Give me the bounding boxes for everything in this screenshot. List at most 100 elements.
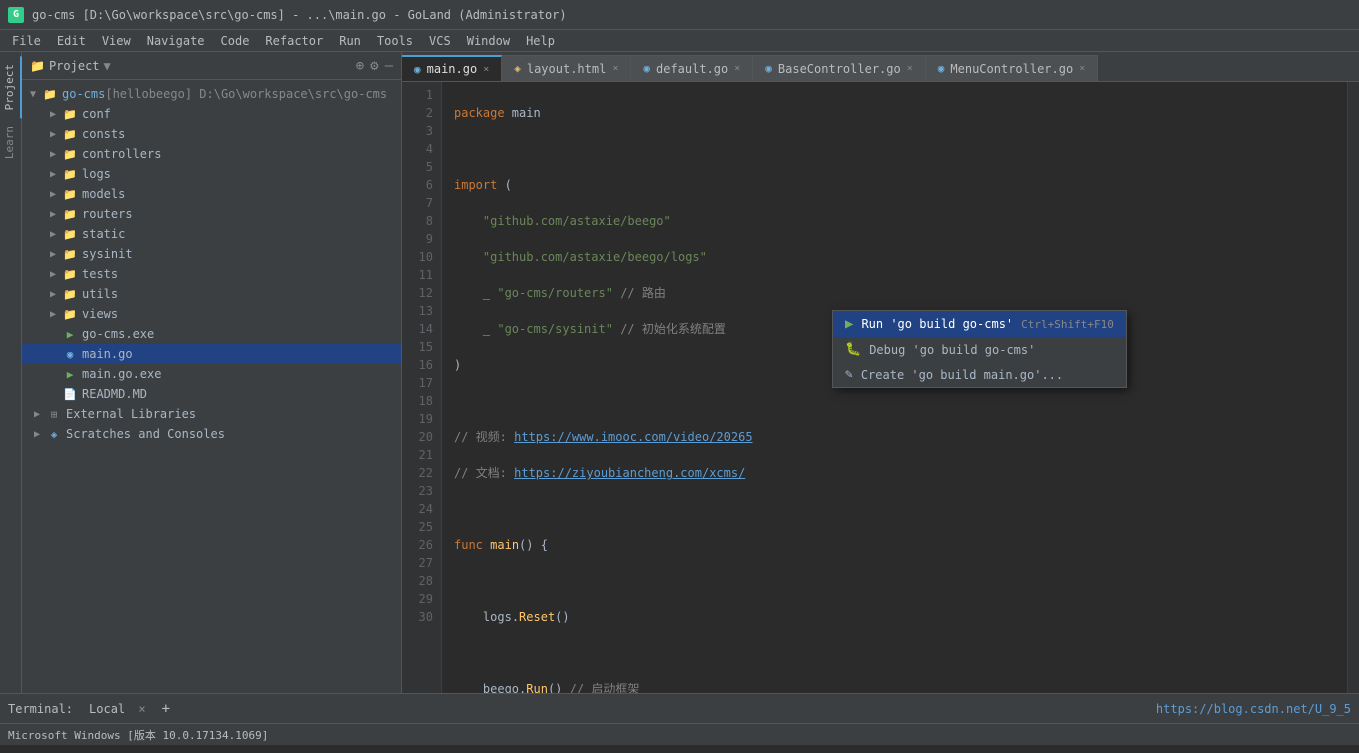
bottom-url[interactable]: https://blog.csdn.net/U_9_5 — [1156, 702, 1351, 716]
menu-run-build[interactable]: ▶ Run 'go build go-cms' Ctrl+Shift+F10 — [833, 311, 1126, 337]
tree-item-external[interactable]: ▶ ⊞ External Libraries — [22, 404, 401, 424]
go-tab-icon4: ◉ — [938, 62, 945, 75]
locate-icon[interactable]: ⊕ — [356, 58, 364, 74]
tab-default[interactable]: ◉ default.go × — [631, 55, 753, 81]
tree-item-routers[interactable]: ▶ 📁 routers — [22, 204, 401, 224]
create-icon: ✎ — [845, 367, 853, 382]
status-bar: Microsoft Windows [版本 10.0.17134.1069] — [0, 723, 1359, 745]
go-file-icon: ◉ — [62, 346, 78, 362]
folder-icon: 📁 — [62, 206, 78, 222]
context-menu: ▶ Run 'go build go-cms' Ctrl+Shift+F10 🐛… — [832, 310, 1127, 388]
folder-icon: 📁 — [62, 126, 78, 142]
arrow-icon: ▶ — [50, 169, 62, 180]
project-title: 📁 Project ▼ — [30, 59, 111, 73]
folder-icon: 📁 — [30, 59, 45, 73]
debug-icon: 🐛 — [845, 342, 861, 357]
exe-icon2: ▶ — [62, 366, 78, 382]
tree-item-conf[interactable]: ▶ 📁 conf — [22, 104, 401, 124]
folder-icon: 📁 — [62, 186, 78, 202]
menu-tools[interactable]: Tools — [369, 32, 421, 50]
editor-area: ◉ main.go × ◈ layout.html × ◉ default.go… — [402, 52, 1359, 693]
tab-close-menu[interactable]: × — [1079, 63, 1085, 74]
menu-bar: File Edit View Navigate Code Refactor Ru… — [0, 30, 1359, 52]
exe-icon: ▶ — [62, 326, 78, 342]
project-tree: ▼ 📁 go-cms [hellobeego] D:\Go\workspace\… — [22, 80, 401, 693]
dropdown-icon[interactable]: ▼ — [104, 59, 111, 73]
project-panel: 📁 Project ▼ ⊕ ⚙ — ▼ 📁 go-cms [hellobeego… — [22, 52, 402, 693]
md-icon: 📄 — [62, 386, 78, 402]
project-toolbar: 📁 Project ▼ ⊕ ⚙ — — [22, 52, 401, 80]
tab-close-base[interactable]: × — [907, 63, 913, 74]
menu-help[interactable]: Help — [518, 32, 563, 50]
menu-file[interactable]: File — [4, 32, 49, 50]
folder-icon: 📁 — [62, 146, 78, 162]
menu-code[interactable]: Code — [213, 32, 258, 50]
tree-item-maingo[interactable]: ▶ ◉ main.go — [22, 344, 401, 364]
menu-window[interactable]: Window — [459, 32, 518, 50]
arrow-icon: ▶ — [50, 129, 62, 140]
tab-basecontroller[interactable]: ◉ BaseController.go × — [753, 55, 925, 81]
tree-item-readme[interactable]: ▶ 📄 READMD.MD — [22, 384, 401, 404]
tree-root[interactable]: ▼ 📁 go-cms [hellobeego] D:\Go\workspace\… — [22, 84, 401, 104]
menu-refactor[interactable]: Refactor — [257, 32, 331, 50]
tree-item-static[interactable]: ▶ 📁 static — [22, 224, 401, 244]
folder-icon: 📁 — [62, 106, 78, 122]
arrow-icon: ▶ — [50, 269, 62, 280]
tree-item-gocmsexe[interactable]: ▶ ▶ go-cms.exe — [22, 324, 401, 344]
folder-icon: 📁 — [62, 266, 78, 282]
menu-vcs[interactable]: VCS — [421, 32, 459, 50]
title-bar: G go-cms [D:\Go\workspace\src\go-cms] - … — [0, 0, 1359, 30]
tab-layout[interactable]: ◈ layout.html × — [502, 55, 631, 81]
menu-create-build[interactable]: ✎ Create 'go build main.go'... — [833, 362, 1126, 387]
windows-info: Microsoft Windows [版本 10.0.17134.1069] — [8, 727, 268, 743]
html-tab-icon: ◈ — [514, 62, 521, 75]
tree-item-scratches[interactable]: ▶ ◈ Scratches and Consoles — [22, 424, 401, 444]
settings-icon[interactable]: ⚙ — [370, 58, 378, 74]
menu-debug-build[interactable]: 🐛 Debug 'go build go-cms' — [833, 337, 1126, 362]
tree-item-logs[interactable]: ▶ 📁 logs — [22, 164, 401, 184]
vtab-project[interactable]: Project — [0, 56, 22, 118]
tab-menucontroller[interactable]: ◉ MenuController.go × — [926, 55, 1098, 81]
menu-navigate[interactable]: Navigate — [139, 32, 213, 50]
tree-item-utils[interactable]: ▶ 📁 utils — [22, 284, 401, 304]
run-icon: ▶ — [845, 316, 853, 332]
arrow-icon: ▶ — [50, 309, 62, 320]
folder-icon: 📁 — [62, 306, 78, 322]
add-terminal-btn[interactable]: + — [162, 701, 170, 717]
root-folder-icon: 📁 — [42, 86, 58, 102]
tree-item-tests[interactable]: ▶ 📁 tests — [22, 264, 401, 284]
tree-item-views[interactable]: ▶ 📁 views — [22, 304, 401, 324]
arrow-icon: ▶ — [34, 409, 46, 420]
local-tab-close[interactable]: × — [138, 702, 145, 716]
editor-with-sidebar: ◉ main.go × ◈ layout.html × ◉ default.go… — [402, 52, 1359, 693]
folder-icon: 📁 — [62, 286, 78, 302]
tab-bar: ◉ main.go × ◈ layout.html × ◉ default.go… — [402, 52, 1359, 82]
vtab-learn[interactable]: Learn — [0, 118, 22, 167]
arrow-icon: ▶ — [34, 429, 46, 440]
tab-close-layout[interactable]: × — [612, 63, 618, 74]
tree-item-maingoexe[interactable]: ▶ ▶ main.go.exe — [22, 364, 401, 384]
tab-maingo[interactable]: ◉ main.go × — [402, 55, 502, 81]
tree-item-controllers[interactable]: ▶ 📁 controllers — [22, 144, 401, 164]
scratches-icon: ◈ — [46, 426, 62, 442]
arrow-icon: ▶ — [50, 149, 62, 160]
close-panel-icon[interactable]: — — [385, 58, 393, 74]
menu-run[interactable]: Run — [331, 32, 369, 50]
tree-item-models[interactable]: ▶ 📁 models — [22, 184, 401, 204]
line-numbers: 12345 678910 1112131415 1617181920 21222… — [402, 82, 442, 693]
menu-edit[interactable]: Edit — [49, 32, 94, 50]
go-tab-icon3: ◉ — [765, 62, 772, 75]
go-tab-icon: ◉ — [414, 63, 421, 76]
tree-item-consts[interactable]: ▶ 📁 consts — [22, 124, 401, 144]
tab-close-default[interactable]: × — [734, 63, 740, 74]
toolbar-icons: ⊕ ⚙ — — [356, 58, 393, 74]
local-tab[interactable]: Local × — [81, 700, 154, 718]
app-icon: G — [8, 7, 24, 23]
library-icon: ⊞ — [46, 406, 62, 422]
arrow-icon: ▶ — [50, 189, 62, 200]
tree-item-sysinit[interactable]: ▶ 📁 sysinit — [22, 244, 401, 264]
tab-close-maingo[interactable]: × — [483, 64, 489, 75]
menu-view[interactable]: View — [94, 32, 139, 50]
code-container: 12345 678910 1112131415 1617181920 21222… — [402, 82, 1359, 693]
terminal-label: Terminal: — [8, 702, 73, 716]
